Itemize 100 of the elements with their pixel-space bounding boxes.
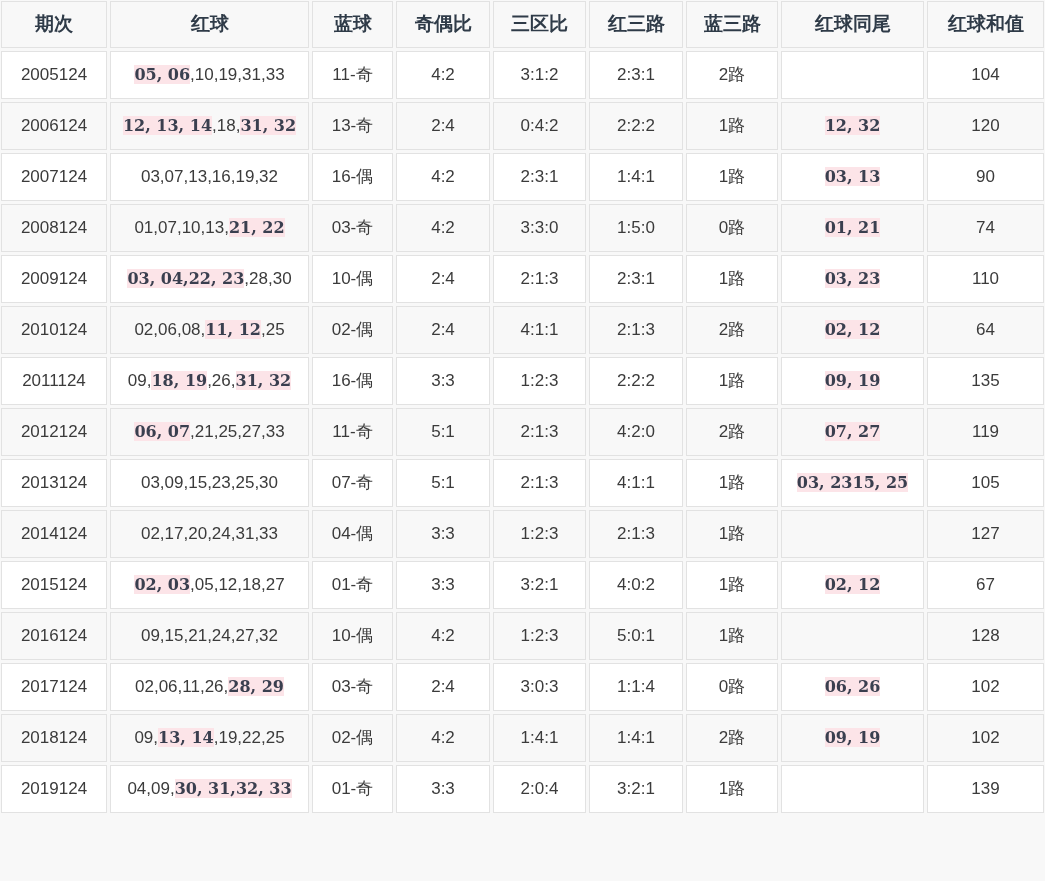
table-cell: 2路 — [686, 408, 778, 456]
table-cell: 2路 — [686, 306, 778, 354]
table-cell: 3:3 — [396, 510, 490, 558]
table-cell: 102 — [927, 663, 1044, 711]
table-cell: 13-奇 — [312, 102, 393, 150]
table-cell: 5:0:1 — [589, 612, 683, 660]
highlighted-numbers: 09, 19 — [824, 371, 881, 391]
table-cell: 2:4 — [396, 102, 490, 150]
table-cell: 2014124 — [1, 510, 107, 558]
table-cell: 3:3 — [396, 765, 490, 813]
table-cell: 2015124 — [1, 561, 107, 609]
column-header: 红三路 — [589, 1, 683, 48]
table-cell: 1:4:1 — [493, 714, 586, 762]
table-cell: 135 — [927, 357, 1044, 405]
table-cell: 139 — [927, 765, 1044, 813]
table-cell: 1路 — [686, 612, 778, 660]
column-header: 红球 — [110, 1, 309, 48]
table-cell: 2009124 — [1, 255, 107, 303]
table-cell: 11-奇 — [312, 408, 393, 456]
table-cell: 0路 — [686, 204, 778, 252]
ball-numbers: ,28,30 — [244, 269, 292, 289]
highlighted-numbers: 03, 23 — [824, 269, 881, 289]
table-cell: 1路 — [686, 561, 778, 609]
table-cell: 03-奇 — [312, 204, 393, 252]
table-cell: 4:2 — [396, 153, 490, 201]
table-cell: 2:1:3 — [493, 255, 586, 303]
table-cell: 1:2:3 — [493, 612, 586, 660]
table-cell: 1路 — [686, 102, 778, 150]
highlighted-numbers: 03, 04, — [127, 269, 189, 289]
table-cell: 4:2 — [396, 51, 490, 99]
table-cell: 104 — [927, 51, 1044, 99]
highlighted-numbers: 12, 32 — [824, 116, 881, 136]
highlighted-numbers: 28, 29 — [228, 677, 284, 697]
table-cell: 110 — [927, 255, 1044, 303]
table-cell: 2007124 — [1, 153, 107, 201]
table-cell: 1:1:4 — [589, 663, 683, 711]
table-cell: 3:3:0 — [493, 204, 586, 252]
highlighted-numbers: 30, 31, — [174, 779, 236, 799]
highlighted-numbers: 31, 32 — [240, 116, 297, 136]
table-cell: 02-偶 — [312, 306, 393, 354]
table-cell: 02-偶 — [312, 714, 393, 762]
table-cell: 16-偶 — [312, 153, 393, 201]
highlighted-numbers: 13, 14 — [158, 728, 214, 748]
ball-numbers: ,05,12,18,27 — [190, 575, 285, 595]
table-cell: 4:2 — [396, 204, 490, 252]
ball-numbers: 09, — [127, 371, 152, 391]
ball-numbers: ,26, — [207, 371, 236, 391]
table-cell: 04-偶 — [312, 510, 393, 558]
table-cell: 2:2:2 — [589, 102, 683, 150]
table-cell: 10-偶 — [312, 255, 393, 303]
table-cell: 5:1 — [396, 408, 490, 456]
table-cell: 1路 — [686, 510, 778, 558]
table-cell: 3:0:3 — [493, 663, 586, 711]
table-cell: 2005124 — [1, 51, 107, 99]
highlighted-numbers: 15, 25 — [852, 473, 909, 493]
table-cell: 2013124 — [1, 459, 107, 507]
table-cell: 1路 — [686, 153, 778, 201]
table-cell: 2:3:1 — [493, 153, 586, 201]
table-cell: 2017124 — [1, 663, 107, 711]
table-cell: 1:4:1 — [589, 714, 683, 762]
table-cell: 2011124 — [1, 357, 107, 405]
table-cell: 2019124 — [1, 765, 107, 813]
table-cell: 2010124 — [1, 306, 107, 354]
table-cell: 2:1:3 — [589, 510, 683, 558]
table-cell: 127 — [927, 510, 1044, 558]
ball-numbers: ,18, — [212, 116, 241, 136]
column-header: 奇偶比 — [396, 1, 490, 48]
table-cell: 2:4 — [396, 663, 490, 711]
ball-numbers: 02,17,20,24,31,33 — [140, 524, 279, 544]
highlighted-numbers: 18, 19 — [151, 371, 208, 391]
column-header: 三区比 — [493, 1, 586, 48]
table-cell: 3:2:1 — [589, 765, 683, 813]
highlighted-numbers: 02, 03 — [134, 575, 191, 595]
table-cell: 2路 — [686, 51, 778, 99]
table-cell: 2:4 — [396, 306, 490, 354]
table-cell: 2:4 — [396, 255, 490, 303]
table-cell: 3:3 — [396, 357, 490, 405]
table-cell: 5:1 — [396, 459, 490, 507]
table-cell: 4:0:2 — [589, 561, 683, 609]
table-cell: 105 — [927, 459, 1044, 507]
table-cell: 128 — [927, 612, 1044, 660]
table-cell: 07-奇 — [312, 459, 393, 507]
ball-numbers: 04,09, — [127, 779, 175, 799]
table-cell: 3:1:2 — [493, 51, 586, 99]
table-cell: 2016124 — [1, 612, 107, 660]
ball-numbers: 01,07,10,13, — [134, 218, 229, 238]
table-cell: 4:2 — [396, 612, 490, 660]
table-cell: 0:4:2 — [493, 102, 586, 150]
table-cell: 119 — [927, 408, 1044, 456]
table-cell: 74 — [927, 204, 1044, 252]
table-cell: 1路 — [686, 255, 778, 303]
table-cell: 1路 — [686, 765, 778, 813]
highlighted-numbers: 02, 12 — [824, 320, 881, 340]
table-cell: 1路 — [686, 357, 778, 405]
column-header: 期次 — [1, 1, 107, 48]
table-cell: 1:2:3 — [493, 510, 586, 558]
table-cell: 4:1:1 — [589, 459, 683, 507]
highlighted-numbers: 03, 23 — [796, 473, 853, 493]
table-cell: 1:4:1 — [589, 153, 683, 201]
table-cell: 4:1:1 — [493, 306, 586, 354]
